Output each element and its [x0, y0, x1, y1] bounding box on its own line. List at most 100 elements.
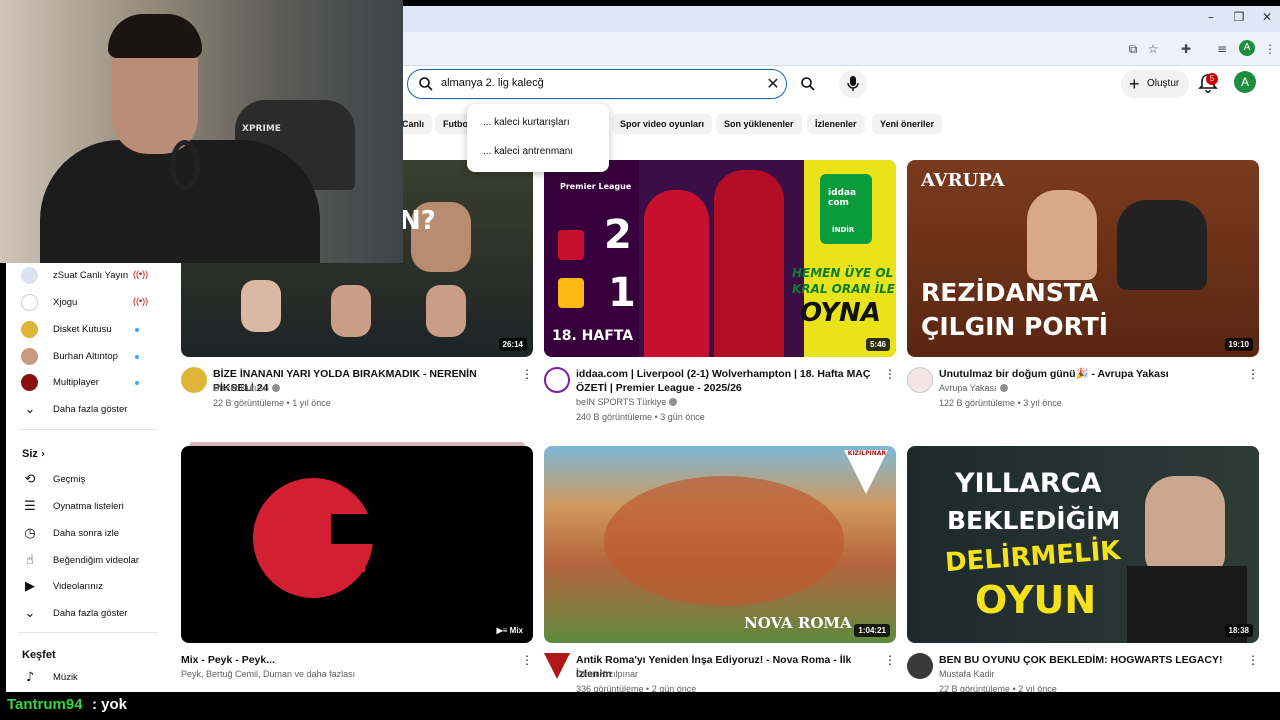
media-icon[interactable]: ≡: [1214, 41, 1230, 57]
chevron-down-icon: ⌄: [24, 402, 36, 417]
chip-recent[interactable]: Son yüklenenler: [716, 114, 802, 134]
sidebar-item-watch-later[interactable]: ◷ Daha sonra izle: [6, 522, 158, 546]
channel-avatar[interactable]: [907, 367, 933, 393]
mix-label: Mix: [509, 626, 523, 635]
video-channel[interactable]: Disket Kutusu: [213, 383, 280, 393]
channel-avatar[interactable]: [907, 653, 933, 679]
chip-sports-games[interactable]: Spor video oyunları: [612, 114, 713, 134]
sidebar-item-label: Xjogu: [53, 297, 78, 308]
extensions-icon[interactable]: ✚: [1178, 41, 1194, 57]
verified-icon: [271, 384, 280, 392]
search-button[interactable]: [789, 69, 827, 99]
channel-name: Disket Kutusu: [213, 383, 269, 393]
channel-avatar: [21, 321, 38, 338]
verified-icon: [669, 398, 678, 406]
channel-avatar[interactable]: [544, 367, 570, 393]
cast-icon[interactable]: ⧉: [1125, 41, 1141, 57]
show-logo: AVRUPA: [921, 170, 1005, 191]
video-thumbnail[interactable]: YILLARCA BEKLEDİĞİM DELİRMELİK OYUN 18:3…: [907, 446, 1259, 643]
video-channel[interactable]: beIN SPORTS Türkiye: [576, 397, 678, 407]
search-suggestions: ... kaleci kurtarışları ... kaleci antre…: [467, 104, 609, 172]
more-options-icon[interactable]: ⋮: [1247, 367, 1259, 383]
minimize-icon[interactable]: –: [1196, 10, 1226, 24]
search-input[interactable]: almanya 2. lig kalecğ: [441, 77, 544, 89]
thumb-text: OYUN: [975, 578, 1097, 622]
video-title[interactable]: iddaa.com | Liverpool (2-1) Wolverhampto…: [576, 367, 876, 395]
new-content-dot: [135, 355, 139, 359]
channel-avatar[interactable]: [181, 367, 207, 393]
verified-icon: [999, 384, 1008, 392]
video-thumbnail[interactable]: KIZILPINAR NOVA ROMA 1:04:21: [544, 446, 896, 643]
browser-profile-avatar[interactable]: A: [1239, 40, 1255, 56]
more-options-icon[interactable]: ⋮: [521, 653, 533, 669]
sidebar-sub-disket-kutusu[interactable]: Disket Kutusu: [6, 318, 158, 342]
clear-search-icon[interactable]: ✕: [764, 75, 782, 93]
promo-line: HEMEN ÜYE OL: [792, 266, 894, 280]
video-title[interactable]: BEN BU OYUNU ÇOK BEKLEDİM: HOGWARTS LEGA…: [939, 653, 1239, 667]
chip-new[interactable]: Yeni öneriler: [872, 114, 943, 134]
video-thumbnail[interactable]: Premier League 2 1 18. HAFTA iddaa com İ…: [544, 160, 896, 357]
chair-brand: XPRIME: [242, 124, 281, 134]
more-options-icon[interactable]: ⋮: [1247, 653, 1259, 669]
bookmark-star-icon[interactable]: ☆: [1145, 41, 1161, 57]
channel-avatar[interactable]: [544, 653, 570, 679]
history-icon: ⟲: [24, 472, 36, 487]
thumb-text: ÇILGIN PORTİ: [921, 312, 1109, 341]
channel-avatar: [21, 374, 38, 391]
peyk-logo-cut: [331, 514, 373, 544]
suggestion-item[interactable]: ... kaleci kurtarışları: [483, 117, 570, 128]
sidebar-section-you[interactable]: Siz ›: [22, 448, 45, 460]
notification-count-badge: 5: [1206, 73, 1218, 85]
voice-search-button[interactable]: [839, 70, 867, 98]
sidebar-show-more[interactable]: ⌄ Daha fazla göster: [6, 398, 158, 422]
video-channel[interactable]: Okan Kızılpınar: [576, 669, 638, 679]
search-box[interactable]: almanya 2. lig kalecğ ✕: [407, 69, 787, 99]
create-button[interactable]: + Oluştur: [1121, 70, 1189, 98]
more-options-icon[interactable]: ⋮: [884, 367, 896, 383]
section-heading: Siz: [22, 448, 38, 460]
city-area: [604, 476, 844, 606]
video-thumbnail[interactable]: ▶≡ Mix: [181, 446, 533, 643]
close-window-icon[interactable]: ✕: [1252, 10, 1280, 24]
chevron-down-icon: ⌄: [24, 606, 36, 621]
sidebar-item-music[interactable]: ♪ Müzik: [6, 666, 158, 690]
chat-message: : yok: [92, 696, 128, 713]
sidebar-item-playlists[interactable]: ☰ Oynatma listeleri: [6, 495, 158, 519]
video-duration: 19:10: [1224, 338, 1253, 351]
video-duration: 18:38: [1224, 624, 1253, 637]
restore-icon[interactable]: ❐: [1224, 10, 1254, 24]
thumb-text: YILLARCA: [955, 468, 1102, 499]
more-options-icon[interactable]: ⋮: [521, 367, 533, 383]
browser-menu-icon[interactable]: ⋮: [1262, 41, 1278, 57]
video-channel[interactable]: Avrupa Yakası: [939, 383, 1008, 393]
sidebar-sub-xjogu[interactable]: Xjogu ((•)): [6, 291, 158, 315]
account-avatar[interactable]: A: [1234, 71, 1256, 93]
chip-watched[interactable]: İzlenenler: [807, 114, 865, 134]
more-options-icon[interactable]: ⋮: [884, 653, 896, 669]
video-channel[interactable]: Mustafa Kadir: [939, 669, 995, 679]
sidebar-sub-zsuat[interactable]: zSuat Canlı Yayın ((•)): [6, 264, 158, 288]
video-thumbnail[interactable]: AVRUPA REZİDANSTA ÇILGIN PORTİ 19:10: [907, 160, 1259, 357]
promo-cta: İNDİR: [832, 226, 855, 234]
sidebar-item-your-videos[interactable]: ▶ Videolarınız: [6, 575, 158, 599]
new-content-dot: [135, 381, 139, 385]
sidebar-sub-burhan[interactable]: Burhan Altıntop: [6, 345, 158, 369]
sidebar-show-more-2[interactable]: ⌄ Daha fazla göster: [6, 602, 158, 626]
promo-line: OYNA: [800, 298, 881, 328]
mix-badge: ▶≡ Mix: [492, 624, 527, 637]
suggestion-item[interactable]: ... kaleci antrenmanı: [483, 146, 573, 157]
sidebar-sub-multiplayer[interactable]: Multiplayer: [6, 371, 158, 395]
microphone-icon: [847, 76, 859, 91]
thumb-text: REZİDANSTA: [921, 278, 1099, 307]
player: [644, 190, 709, 357]
video-title[interactable]: Unutulmaz bir doğum günü🎉 - Avrupa Yakas…: [939, 367, 1239, 381]
chat-username: Tantrum94: [7, 696, 83, 713]
live-icon: ((•)): [133, 296, 149, 306]
sidebar-item-liked[interactable]: ☝ Beğendiğim videolar: [6, 549, 158, 573]
channel-avatar: [21, 348, 38, 365]
sidebar-item-history[interactable]: ⟲ Geçmiş: [6, 468, 158, 492]
sidebar-item-label: Daha fazla göster: [53, 404, 128, 415]
character-face: [1145, 476, 1225, 576]
video-title[interactable]: Mix - Peyk - Peyk...: [181, 653, 481, 667]
playlist-icon: ☰: [24, 499, 36, 514]
